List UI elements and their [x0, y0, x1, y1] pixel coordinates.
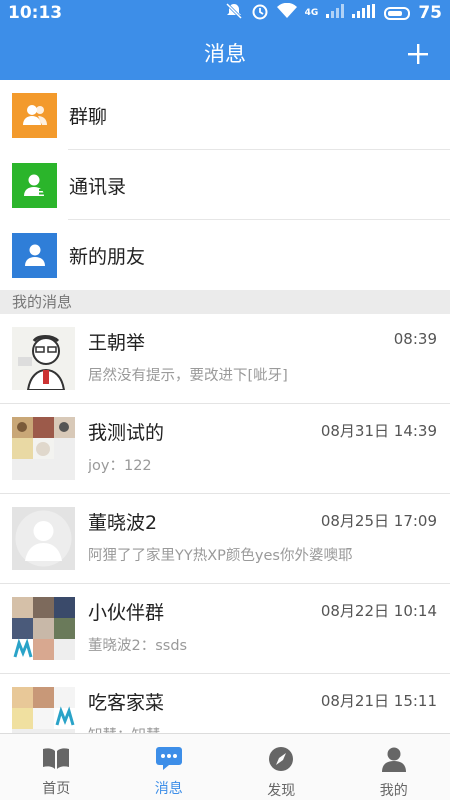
signal-weak-icon	[326, 4, 345, 22]
tab-label: 发现	[267, 783, 296, 799]
group-avatar	[12, 417, 75, 480]
conversation-time: 08月31日 14:39	[320, 422, 437, 440]
app-bar: 消息	[0, 26, 450, 80]
book-icon	[41, 746, 71, 774]
conversation-preview: 董晓波2：ssds	[88, 638, 188, 654]
tab-messages[interactable]: 消息	[113, 734, 226, 800]
page-title: 消息	[204, 42, 246, 66]
bottom-tab-bar: 首页 消息 发现 我的	[0, 733, 450, 800]
conversation-name: 我测试的	[88, 422, 165, 444]
chat-bubble-icon	[155, 746, 183, 774]
network-type: 4G	[304, 8, 319, 18]
person-icon	[381, 746, 407, 776]
group-chat-icon	[12, 92, 57, 138]
signal-strong-icon	[352, 4, 376, 22]
shortcut-label: 通讯录	[69, 175, 127, 198]
conversation-item[interactable]: 小伙伴群 08月22日 10:14 董晓波2：ssds	[0, 584, 450, 674]
tab-label: 首页	[42, 781, 71, 797]
tab-label: 消息	[154, 781, 183, 797]
conversation-time: 08月21日 15:11	[320, 692, 437, 710]
status-icons: 4G 75	[225, 2, 442, 24]
section-header: 我的消息	[0, 290, 450, 314]
tab-discover[interactable]: 发现	[225, 734, 338, 800]
battery-percent: 75	[418, 3, 442, 23]
conversation-time: 08月22日 10:14	[320, 602, 437, 620]
conversation-name: 吃客家菜	[88, 692, 165, 714]
conversation-preview: joy：122	[88, 458, 152, 474]
conversation-name: 小伙伴群	[88, 602, 165, 624]
plus-icon[interactable]	[406, 34, 430, 73]
conversation-preview: 居然没有提示，要改进下[呲牙]	[88, 368, 288, 384]
shortcut-group-chat[interactable]: 群聊	[0, 80, 450, 150]
conversation-name: 王朝举	[88, 332, 146, 354]
tab-home[interactable]: 首页	[0, 734, 113, 800]
alarm-icon	[251, 2, 269, 24]
avatar	[12, 327, 75, 390]
conversation-time: 08月25日 17:09	[320, 512, 437, 530]
contacts-icon	[12, 162, 57, 208]
battery-icon	[384, 6, 411, 20]
conversation-preview: 阿狸了了家里YY热XP颜色yes你外婆噢耶	[88, 548, 353, 564]
wifi-icon	[276, 2, 297, 23]
mute-icon	[225, 2, 243, 24]
status-bar: 10:13 4G 75	[0, 0, 450, 26]
shortcut-new-friend[interactable]: 新的朋友	[0, 220, 450, 290]
conversation-item[interactable]: 王朝举 08:39 居然没有提示，要改进下[呲牙]	[0, 314, 450, 404]
status-time: 10:13	[8, 3, 63, 23]
shortcut-label: 新的朋友	[69, 245, 146, 268]
new-friend-icon	[12, 232, 57, 278]
conversation-name: 董晓波2	[88, 512, 158, 534]
shortcut-contacts[interactable]: 通讯录	[0, 150, 450, 220]
conversation-item[interactable]: 我测试的 08月31日 14:39 joy：122	[0, 404, 450, 494]
conversation-time: 08:39	[393, 330, 437, 348]
conversation-item[interactable]: 董晓波2 08月25日 17:09 阿狸了了家里YY热XP颜色yes你外婆噢耶	[0, 494, 450, 584]
tab-profile[interactable]: 我的	[338, 734, 450, 800]
shortcut-label: 群聊	[69, 105, 108, 128]
compass-icon	[268, 746, 294, 776]
default-avatar-icon	[12, 507, 75, 570]
group-avatar	[12, 597, 75, 660]
tab-label: 我的	[379, 783, 408, 799]
